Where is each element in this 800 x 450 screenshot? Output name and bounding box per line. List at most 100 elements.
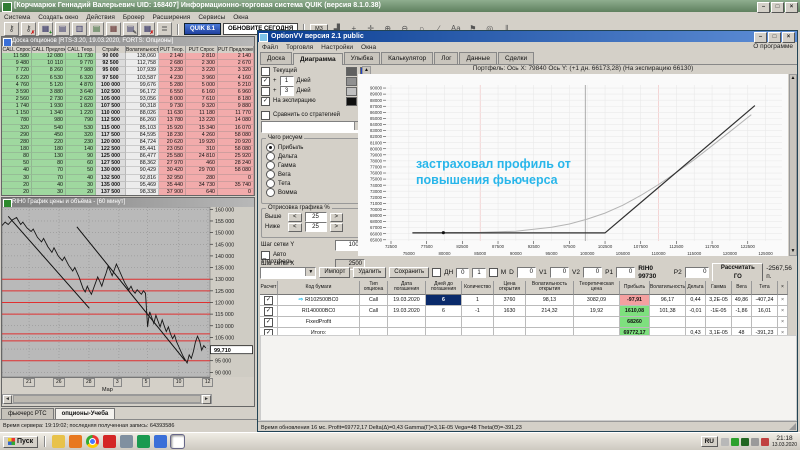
board-cell[interactable]: 85,441 (126, 146, 159, 153)
board-cell[interactable]: 70 (32, 167, 66, 174)
board-cell[interactable]: 6 530 (32, 75, 66, 82)
tray-quik-icon[interactable] (741, 438, 749, 446)
board-cell[interactable]: 9 880 (218, 103, 254, 110)
price-chart-plot[interactable]: 160 000155 000150 000145 000140 000135 0… (2, 207, 254, 377)
board-cell[interactable]: 92,816 (126, 175, 159, 182)
board-cell[interactable]: 130 000 (96, 167, 126, 174)
board-cell[interactable]: 127 500 (96, 160, 126, 167)
board-cell[interactable]: 4 760 (2, 82, 32, 89)
board-cell[interactable]: 3 960 (186, 75, 218, 82)
above-increase-button[interactable]: > (330, 213, 344, 222)
board-cell[interactable]: 16 070 (218, 125, 254, 132)
profile-line-row[interactable]: ✓На экспирацию (261, 96, 371, 106)
board-cell[interactable]: 11 730 (66, 53, 96, 60)
profile-line-row[interactable]: Текущий (261, 66, 371, 76)
compare-checkbox[interactable] (261, 111, 270, 120)
board-cell[interactable]: 6 960 (218, 89, 254, 96)
board-cell[interactable]: 980 (32, 117, 66, 124)
profile-line-row[interactable]: ✓+1Дней (261, 76, 371, 86)
portfolio-cell[interactable]: 1630 (494, 306, 526, 317)
below-value[interactable]: 25 (305, 222, 327, 232)
profile-color-swatch[interactable] (346, 77, 357, 86)
portfolio-cell[interactable]: ⇨RI102500BC0 (278, 295, 360, 306)
m-checkbox[interactable] (489, 268, 498, 277)
menu-item-Окна[interactable]: Окна (233, 14, 248, 21)
board-cell[interactable]: 290 (2, 132, 32, 139)
board-cell[interactable]: 88,026 (126, 110, 159, 117)
portfolio-cell[interactable]: FixedProfit (278, 317, 360, 328)
strategy-select[interactable]: ▼ (261, 121, 365, 133)
board-cell[interactable]: 18 230 (159, 132, 186, 139)
board-cell[interactable]: 32 950 (159, 175, 186, 182)
profile-color-swatch[interactable] (346, 67, 357, 76)
board-cell[interactable]: 15 340 (186, 125, 218, 132)
board-cell[interactable]: 7 980 (66, 67, 96, 74)
board-cell[interactable]: 86,260 (126, 117, 159, 124)
portfolio-cell[interactable]: 19.03.2020 (388, 295, 426, 306)
menu-item-Действия[interactable]: Действия (86, 14, 114, 21)
board-cell[interactable]: 40 (66, 175, 96, 182)
taskbar-clock[interactable]: 21:18 13.03.2020 (772, 435, 797, 448)
workspace-tab-опционы-Учеба[interactable]: опционы-Учеба (55, 408, 116, 419)
board-cell[interactable]: 180 (2, 146, 32, 153)
resize-grip[interactable] (789, 423, 796, 430)
board-cell[interactable]: 80 (2, 153, 32, 160)
portfolio-cell[interactable] (462, 317, 494, 328)
scroll-left-icon[interactable]: ◄ (3, 395, 12, 404)
tab-Лог[interactable]: Лог (434, 52, 458, 64)
board-cell[interactable]: 20 920 (218, 139, 254, 146)
param-field-P1[interactable]: 0 (616, 267, 635, 278)
vv-menu-item-Файл[interactable]: Файл (262, 44, 278, 51)
board-cell[interactable]: 6 320 (66, 75, 96, 82)
tab-Сделки[interactable]: Сделки (498, 52, 534, 64)
board-cell[interactable]: 9 320 (186, 103, 218, 110)
board-cell[interactable]: 27 970 (159, 160, 186, 167)
board-cell[interactable]: 4 160 (218, 75, 254, 82)
board-cell[interactable]: 4 870 (66, 82, 96, 89)
portfolio-cell[interactable]: 3082,09 (574, 295, 620, 306)
board-cell[interactable]: 3 320 (218, 67, 254, 74)
board-cell[interactable]: 20 (2, 182, 32, 189)
param-field-V2[interactable]: 0 (583, 267, 602, 278)
board-cell[interactable]: 25 580 (159, 153, 186, 160)
board-cell[interactable]: 100 000 (96, 82, 126, 89)
portfolio-cell[interactable]: 3760 (494, 295, 526, 306)
profile-line-row[interactable]: +3Дней (261, 86, 371, 96)
portfolio-cell[interactable] (360, 317, 388, 328)
orders-window-icon[interactable]: ▤ (89, 22, 104, 36)
profile-days-field[interactable]: 1 (280, 76, 294, 86)
board-cell[interactable]: 2 670 (218, 60, 254, 67)
draw-option-Гамма[interactable]: Гамма (266, 161, 366, 170)
portfolio-cell[interactable]: -1E-05 (706, 306, 732, 317)
board-cell[interactable]: 13 220 (186, 117, 218, 124)
board-cell[interactable]: 780 (2, 117, 32, 124)
compare-strategy-row[interactable]: Сравнить со стратегией (261, 110, 340, 120)
portfolio-cell[interactable]: 98,13 (526, 295, 574, 306)
board-cell[interactable]: 7 720 (2, 67, 32, 74)
board-cell[interactable]: 140 (66, 146, 96, 153)
board-cell[interactable]: 58 080 (218, 146, 254, 153)
board-cell[interactable]: 8 180 (218, 96, 254, 103)
portfolio-cell[interactable]: 6 (426, 306, 462, 317)
board-cell[interactable]: 6 160 (186, 89, 218, 96)
profile-checkbox[interactable] (261, 87, 270, 96)
board-cell[interactable]: 135 000 (96, 182, 126, 189)
board-cell[interactable]: 3 880 (32, 89, 66, 96)
board-cell[interactable]: 60 (66, 160, 96, 167)
board-cell[interactable]: 9 770 (66, 60, 96, 67)
сохранить-button[interactable]: Сохранить (389, 267, 429, 278)
tray-network-icon[interactable] (751, 438, 759, 446)
board-cell[interactable]: 530 (66, 125, 96, 132)
quik-titlebar[interactable]: [Корчмарюк Геннадий Валерьевич UID: 1684… (0, 0, 800, 12)
portfolio-cell[interactable]: RI140000BC0 (278, 306, 360, 317)
board-cell[interactable]: 98,338 (126, 189, 159, 196)
board-cell[interactable]: 230 (66, 139, 96, 146)
scroll-up-icon[interactable]: ▲ (363, 67, 370, 73)
board-cell[interactable]: 120 000 (96, 139, 126, 146)
board-cell[interactable]: 58 080 (218, 167, 254, 174)
row-checkbox[interactable]: ✓ (264, 318, 273, 327)
board-cell[interactable]: 3 640 (66, 89, 96, 96)
price-chart-titlebar[interactable]: RIH0 График цены и объёма - [60 минут] (2, 198, 254, 207)
board-cell[interactable]: 122 500 (96, 146, 126, 153)
menu-item-Система[interactable]: Система (4, 14, 30, 21)
